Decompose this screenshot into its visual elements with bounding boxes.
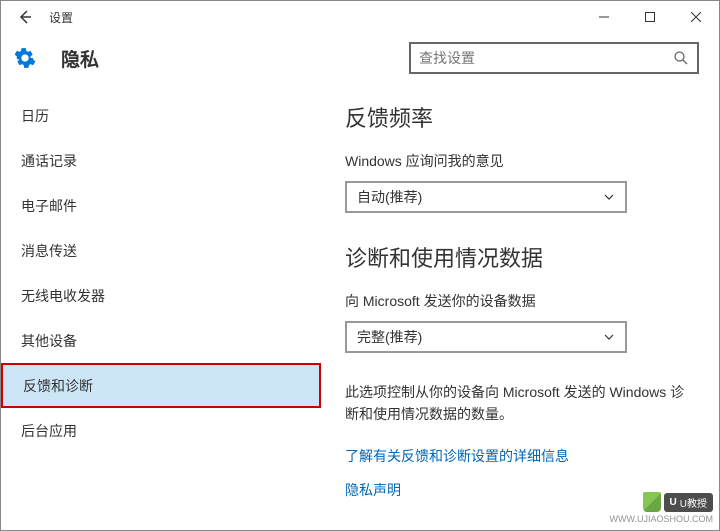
- sidebar-item-email[interactable]: 电子邮件: [1, 183, 321, 228]
- sidebar-item-label: 通话记录: [21, 151, 77, 171]
- feedback-frequency-value: 自动(推荐): [357, 187, 422, 207]
- minimize-button[interactable]: [581, 1, 627, 33]
- feedback-frequency-select[interactable]: 自动(推荐): [345, 181, 627, 213]
- sidebar-item-call-history[interactable]: 通话记录: [1, 138, 321, 183]
- sidebar-item-background-apps[interactable]: 后台应用: [1, 408, 321, 453]
- sidebar-item-messaging[interactable]: 消息传送: [1, 228, 321, 273]
- maximize-button[interactable]: [627, 1, 673, 33]
- page-title: 隐私: [61, 45, 99, 72]
- diagnostic-field-label: 向 Microsoft 发送你的设备数据: [345, 291, 695, 311]
- search-input[interactable]: [409, 42, 699, 74]
- sidebar-item-radios[interactable]: 无线电收发器: [1, 273, 321, 318]
- search-icon: [673, 50, 689, 66]
- diagnostic-section-title: 诊断和使用情况数据: [345, 241, 695, 273]
- sidebar: 日历 通话记录 电子邮件 消息传送 无线电收发器 其他设备 反馈和诊断 后台应用: [1, 83, 321, 530]
- diagnostic-data-value: 完整(推荐): [357, 327, 422, 347]
- sidebar-item-calendar[interactable]: 日历: [1, 93, 321, 138]
- feedback-section-title: 反馈频率: [345, 101, 695, 133]
- search-field[interactable]: [419, 50, 673, 66]
- feedback-field-label: Windows 应询问我的意见: [345, 151, 695, 171]
- back-button[interactable]: [9, 1, 41, 33]
- sidebar-item-label: 日历: [21, 106, 49, 126]
- main-panel: 反馈频率 Windows 应询问我的意见 自动(推荐) 诊断和使用情况数据 向 …: [321, 83, 719, 530]
- sidebar-item-label: 无线电收发器: [21, 286, 105, 306]
- window-title: 设置: [41, 9, 73, 26]
- sidebar-item-feedback-diagnostics[interactable]: 反馈和诊断: [1, 363, 321, 408]
- sidebar-item-label: 消息传送: [21, 241, 77, 261]
- sidebar-item-label: 反馈和诊断: [23, 376, 93, 396]
- sidebar-item-other-devices[interactable]: 其他设备: [1, 318, 321, 363]
- sidebar-item-label: 其他设备: [21, 331, 77, 351]
- sidebar-item-label: 电子邮件: [21, 196, 77, 216]
- sidebar-item-label: 后台应用: [21, 421, 77, 441]
- close-button[interactable]: [673, 1, 719, 33]
- chevron-down-icon: [603, 331, 615, 343]
- chevron-down-icon: [603, 191, 615, 203]
- privacy-statement-link[interactable]: 隐私声明: [345, 480, 695, 500]
- diagnostic-data-select[interactable]: 完整(推荐): [345, 321, 627, 353]
- diagnostic-description: 此选项控制从你的设备向 Microsoft 发送的 Windows 诊断和使用情…: [345, 381, 695, 426]
- gear-icon: [13, 46, 37, 70]
- learn-more-link[interactable]: 了解有关反馈和诊断设置的详细信息: [345, 446, 695, 466]
